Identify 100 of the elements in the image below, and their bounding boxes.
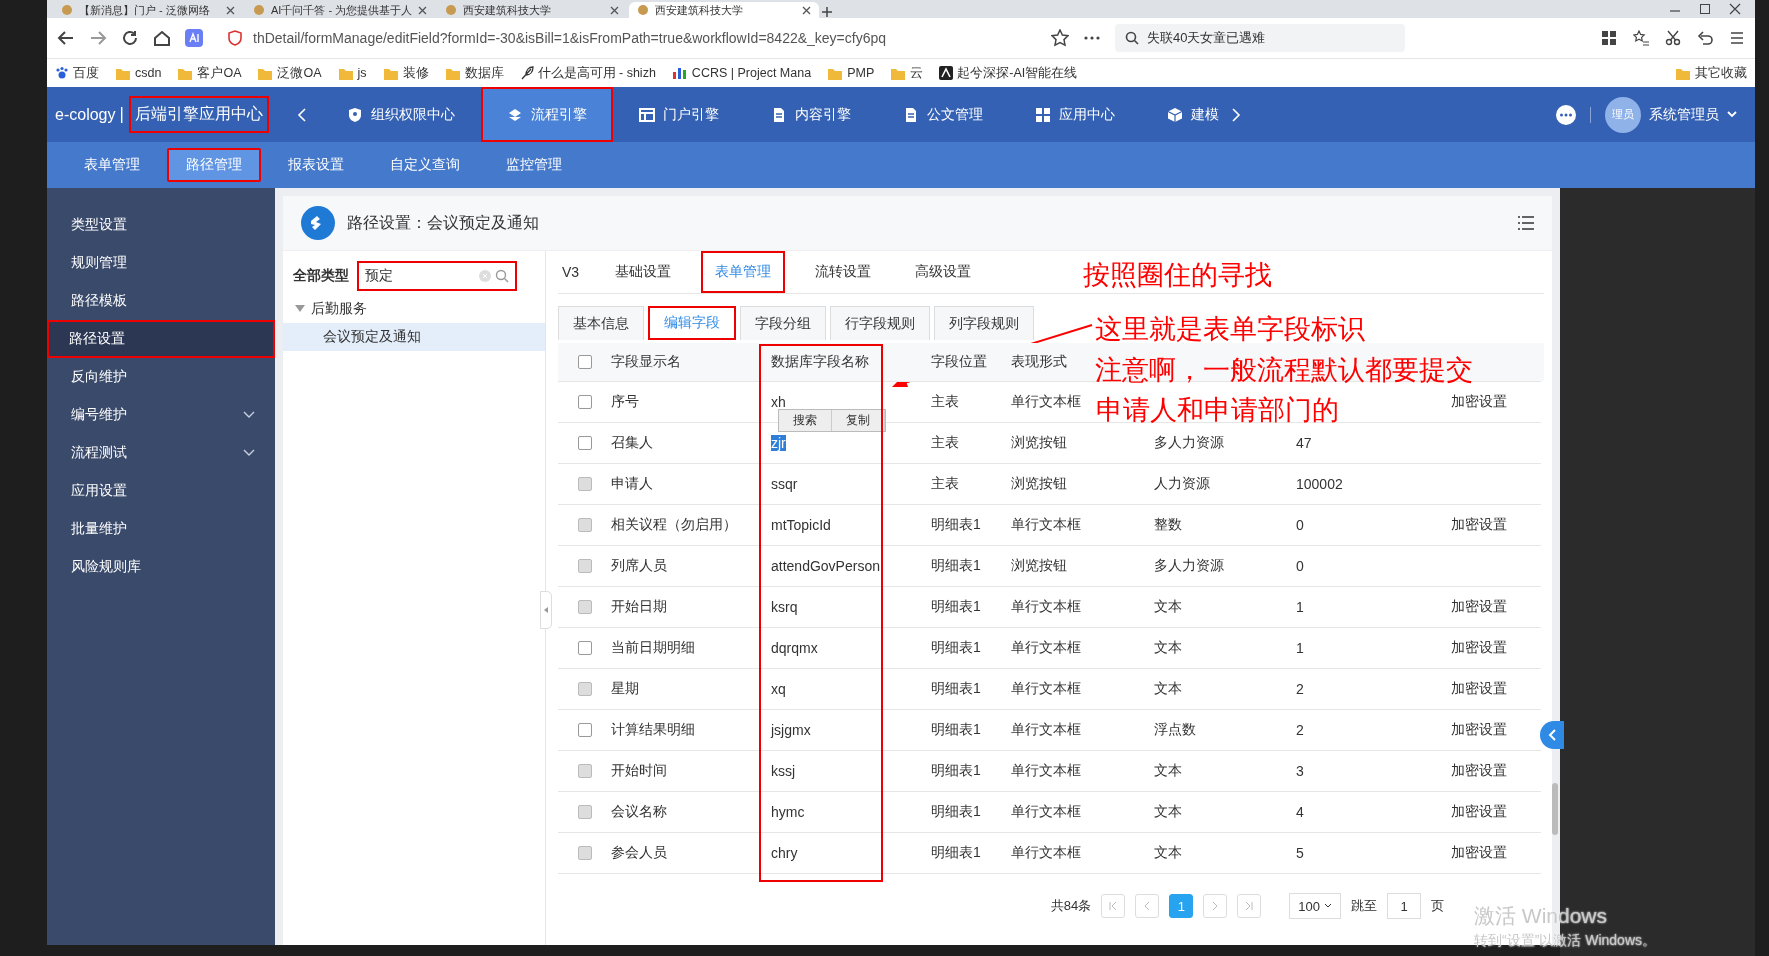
tab[interactable]: 基础设置 xyxy=(601,251,686,293)
sidebar-item[interactable]: 编号维护 xyxy=(47,396,275,434)
back-icon[interactable] xyxy=(57,29,75,47)
bookmark[interactable]: 装修 xyxy=(382,64,429,82)
expand-button[interactable] xyxy=(1540,721,1564,749)
forward-icon[interactable] xyxy=(89,29,107,47)
maximize-icon[interactable] xyxy=(1699,3,1711,15)
subtab[interactable]: 列字段规则 xyxy=(934,306,1034,340)
encrypt-settings-link[interactable]: 加密设置 xyxy=(1451,639,1507,657)
menu-icon[interactable] xyxy=(1729,30,1745,46)
bookmark[interactable]: 客户OA xyxy=(177,64,242,82)
reload-icon[interactable] xyxy=(121,29,139,47)
subtab[interactable]: 基本信息 xyxy=(558,306,644,340)
subtab[interactable]: 字段分组 xyxy=(740,306,826,340)
bookmark[interactable]: 百度 xyxy=(55,64,99,82)
search-field[interactable]: 预定 xyxy=(357,261,517,291)
chevron-right-icon[interactable] xyxy=(1231,107,1242,122)
row-checkbox[interactable] xyxy=(578,436,592,450)
subtab[interactable]: 编辑字段 xyxy=(648,306,736,340)
user-menu[interactable]: 理员 系统管理员 xyxy=(1605,96,1737,133)
sidebar-item[interactable]: 路径模板 xyxy=(47,282,275,320)
tab[interactable]: 流转设置 xyxy=(801,251,886,293)
more-icon[interactable] xyxy=(1556,104,1576,125)
close-icon[interactable] xyxy=(610,5,619,15)
apps-icon[interactable] xyxy=(1601,30,1617,46)
close-icon[interactable] xyxy=(802,5,811,15)
bookmark[interactable]: 什么是高可用 - shizh xyxy=(519,64,656,82)
sidebar-item[interactable]: 流程测试 xyxy=(47,434,275,472)
nav-tab[interactable]: 门户引擎 xyxy=(613,87,746,142)
tab[interactable]: 高级设置 xyxy=(901,251,986,293)
undo-icon[interactable] xyxy=(1697,30,1713,46)
subnav-tab[interactable]: 表单管理 xyxy=(65,148,159,182)
bookmark[interactable]: 其它收藏 xyxy=(1675,64,1747,82)
close-icon[interactable] xyxy=(1729,3,1741,15)
tree-node[interactable]: 后勤服务 xyxy=(283,295,545,323)
subnav-tab[interactable]: 报表设置 xyxy=(269,148,363,182)
sidebar-item[interactable]: 风险规则库 xyxy=(47,548,275,586)
sidebar-item[interactable]: 批量维护 xyxy=(47,510,275,548)
annotation-text: 申请人和申请部门的 xyxy=(1096,394,1339,427)
close-icon[interactable] xyxy=(226,5,235,15)
row-checkbox[interactable] xyxy=(578,395,592,409)
expanded-triangle-icon[interactable] xyxy=(295,305,305,313)
scissors-icon[interactable] xyxy=(1665,30,1681,46)
context-menu-item[interactable]: 搜索 xyxy=(779,410,832,431)
browser-tab[interactable]: 西安建筑科技大学 xyxy=(629,2,819,18)
context-menu-item[interactable]: 复制 xyxy=(832,410,885,431)
encrypt-settings-link[interactable]: 加密设置 xyxy=(1451,721,1507,739)
menu-icon[interactable] xyxy=(1518,216,1534,230)
subnav-tab[interactable]: 自定义查询 xyxy=(371,148,479,182)
search-field[interactable]: 失联40天女童已遇难 xyxy=(1115,24,1405,52)
bookmark[interactable]: csdn xyxy=(115,66,162,80)
table-cell: 明细表1 xyxy=(931,598,981,616)
sidebar-item[interactable]: 应用设置 xyxy=(47,472,275,510)
sidebar-item[interactable]: 反向维护 xyxy=(47,358,275,396)
table-cell: 会议名称 xyxy=(611,803,667,821)
new-tab-icon[interactable] xyxy=(821,6,833,18)
bookmark[interactable]: 起兮深探-AI智能在线 xyxy=(939,64,1078,82)
table-cell: 整数 xyxy=(1154,516,1182,534)
page-input[interactable]: 1 xyxy=(1387,893,1421,919)
nav-tab[interactable]: 流程引擎 xyxy=(481,87,614,142)
sidebar-item[interactable]: 类型设置 xyxy=(47,206,275,244)
address-bar[interactable]: thDetail/formManage/editField?formId=-30&isBill=1&isFromPath=true&workflowId=8422&_key=cfy6pq xyxy=(217,24,1037,52)
bookmark[interactable]: PMP xyxy=(827,66,875,80)
app-logo-icon xyxy=(301,206,335,240)
table-cell: 浏览按钮 xyxy=(1011,557,1067,575)
table-cell: 明细表1 xyxy=(931,803,981,821)
bookmark[interactable]: 云 xyxy=(890,64,924,82)
chevron-left-icon[interactable] xyxy=(297,107,308,122)
nav-tab[interactable]: 应用中心 xyxy=(1009,87,1142,142)
chevron-down-icon xyxy=(243,411,255,419)
home-icon[interactable] xyxy=(153,29,171,47)
subnav-tab[interactable]: 监控管理 xyxy=(487,148,581,182)
ai-icon[interactable] xyxy=(185,29,203,47)
search-icon[interactable] xyxy=(495,269,509,283)
shield-icon xyxy=(227,30,243,46)
favorites-icon[interactable] xyxy=(1633,30,1649,46)
sidebar-item[interactable]: 路径设置 xyxy=(47,320,275,358)
star-icon[interactable] xyxy=(1051,29,1069,47)
encrypt-settings-link[interactable]: 加密设置 xyxy=(1451,393,1507,411)
subtab[interactable]: 行字段规则 xyxy=(830,306,930,340)
table-cell: 浏览按钮 xyxy=(1011,434,1067,452)
row-checkbox[interactable] xyxy=(578,641,592,655)
close-icon[interactable] xyxy=(418,5,427,15)
bookmark[interactable]: js xyxy=(337,66,367,80)
page-size-dropdown[interactable]: 100 xyxy=(1289,893,1341,919)
nav-tab[interactable]: 组织权限中心 xyxy=(321,87,482,142)
collapse-handle[interactable] xyxy=(540,591,552,629)
bookmark[interactable]: CCRS | Project Mana xyxy=(671,66,812,80)
table-cell: 单行文本框 xyxy=(1011,803,1081,821)
tree-node[interactable]: 会议预定及通知 xyxy=(283,323,545,351)
scrollbar[interactable] xyxy=(1552,783,1558,835)
select-all-checkbox[interactable] xyxy=(578,355,592,369)
row-checkbox[interactable] xyxy=(578,723,592,737)
bookmark[interactable]: 泛微OA xyxy=(257,64,322,82)
nav-tab[interactable]: 公文管理 xyxy=(877,87,1010,142)
tab[interactable]: 表单管理 xyxy=(701,251,786,293)
sidebar-item[interactable]: 规则管理 xyxy=(47,244,275,282)
bookmark[interactable]: 数据库 xyxy=(444,64,504,82)
nav-tab[interactable]: 建模 xyxy=(1141,87,1226,142)
nav-tab[interactable]: 内容引擎 xyxy=(745,87,878,142)
